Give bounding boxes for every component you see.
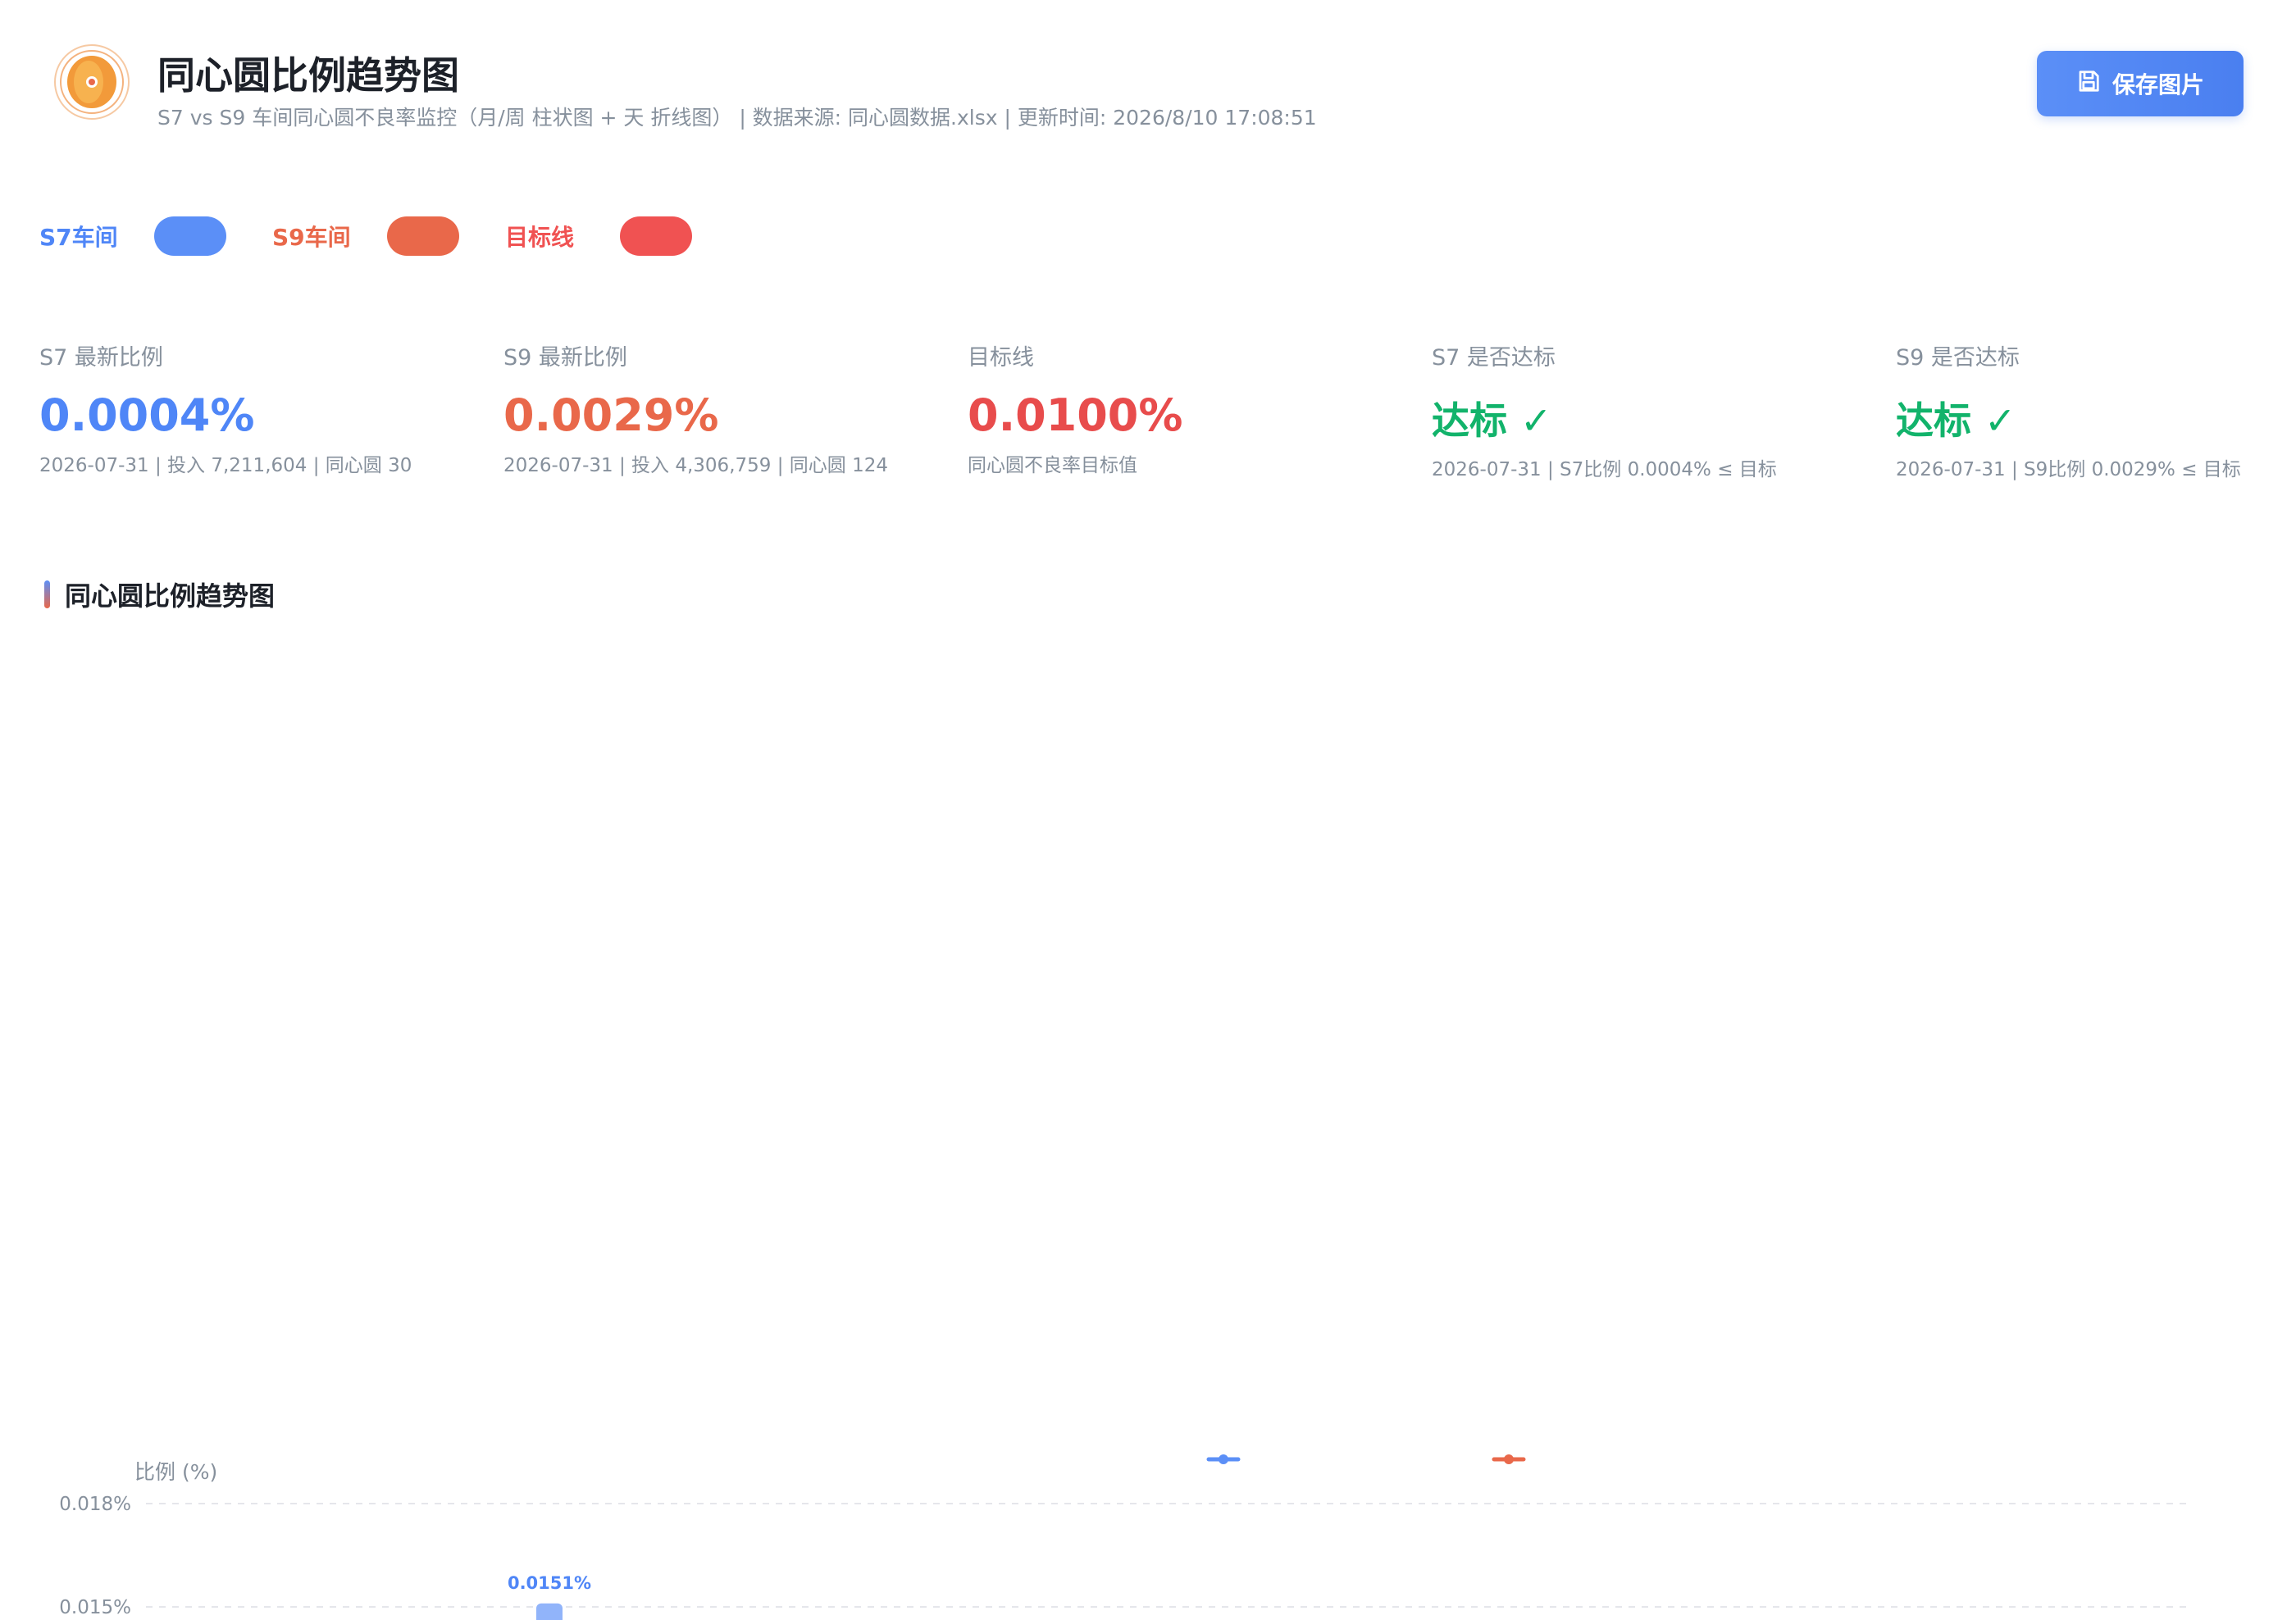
bar-data-label: 0.0151% (508, 1573, 591, 1593)
page: 同心圆比例趋势图 S7 vs S9 车间同心圆不良率监控（月/周 柱状图 + 天… (0, 0, 2296, 1620)
legend-swatch-s9[interactable] (387, 216, 459, 256)
stat-label: S7 是否达标 (1432, 345, 1556, 371)
floppy-disk-icon (2076, 69, 2101, 99)
page-title: 同心圆比例趋势图 (157, 53, 459, 98)
stat-meta: 同心圆不良率目标值 (968, 455, 1137, 476)
trend-chart-svg: 比例 (%)0.018% 0.015% 0.0151% (59, 1454, 2189, 1620)
save-image-label: 保存图片 (2112, 71, 2204, 98)
stat-value: 0.0100% (968, 389, 1183, 441)
page-subtitle: S7 vs S9 车间同心圆不良率监控（月/周 柱状图 + 天 折线图） | 数… (157, 106, 1317, 130)
legend-item-s7[interactable]: S7车间 (39, 216, 118, 256)
stat-s7-latest: S7 最新比例 0.0004% 2026-07-31 | 投入 7,211,60… (39, 339, 412, 477)
stat-s9-compliance: S9 是否达标 达标 ✓ 2026-07-31 | S9比例 0.0029% ≤… (1896, 339, 2241, 481)
stat-meta: 2026-07-31 | S9比例 0.0029% ≤ 目标 (1896, 459, 2241, 480)
stat-label: S9 最新比例 (503, 345, 627, 371)
chart-legend-marker (1504, 1454, 1514, 1464)
legend-label: 目标线 (505, 224, 575, 251)
chart-section-header: 同心圆比例趋势图 (44, 576, 275, 613)
legend-label: S7车间 (39, 224, 118, 251)
bar-s7 (536, 1603, 563, 1620)
stat-s9-latest: S9 最新比例 0.0029% 2026-07-31 | 投入 4,306,75… (503, 339, 888, 477)
stat-meta: 2026-07-31 | S7比例 0.0004% ≤ 目标 (1432, 459, 1777, 480)
legend-swatch-target[interactable] (620, 216, 692, 256)
stat-label: S9 是否达标 (1896, 345, 2020, 371)
stat-value: 达标 ✓ (1896, 398, 2016, 443)
y-axis-label: 比例 (%) (134, 1460, 217, 1484)
stat-label: S7 最新比例 (39, 345, 163, 371)
trend-chart: 比例 (%) 0.018% 0.015% 0.0151% (0, 1443, 2296, 1620)
legend-item-s9[interactable]: S9车间 (272, 216, 351, 256)
stat-meta: 2026-07-31 | 投入 4,306,759 | 同心圆 124 (503, 455, 888, 476)
legend-item-target[interactable]: 目标线 (505, 216, 574, 256)
stat-target: 目标线 0.0100% 同心圆不良率目标值 (968, 339, 1183, 477)
section-accent-bar (44, 580, 50, 608)
stat-value: 0.0029% (503, 389, 719, 441)
stat-value: 0.0004% (39, 389, 255, 441)
y-tick-label: 0.015% (59, 1597, 131, 1618)
concentric-circle-logo-icon (52, 43, 131, 121)
stat-meta: 2026-07-31 | 投入 7,211,604 | 同心圆 30 (39, 455, 412, 476)
stat-s7-compliance: S7 是否达标 达标 ✓ 2026-07-31 | S7比例 0.0004% ≤… (1432, 339, 1777, 481)
chart-section-title: 同心圆比例趋势图 (65, 580, 276, 612)
y-tick-label: 0.018% (59, 1494, 131, 1515)
legend-swatch-s7[interactable] (154, 216, 226, 256)
chart-legend-marker (1219, 1454, 1228, 1464)
legend-label: S9车间 (272, 224, 351, 251)
save-image-button[interactable]: 保存图片 (2037, 51, 2244, 116)
stat-value: 达标 ✓ (1432, 398, 1552, 443)
stat-label: 目标线 (968, 345, 1034, 371)
